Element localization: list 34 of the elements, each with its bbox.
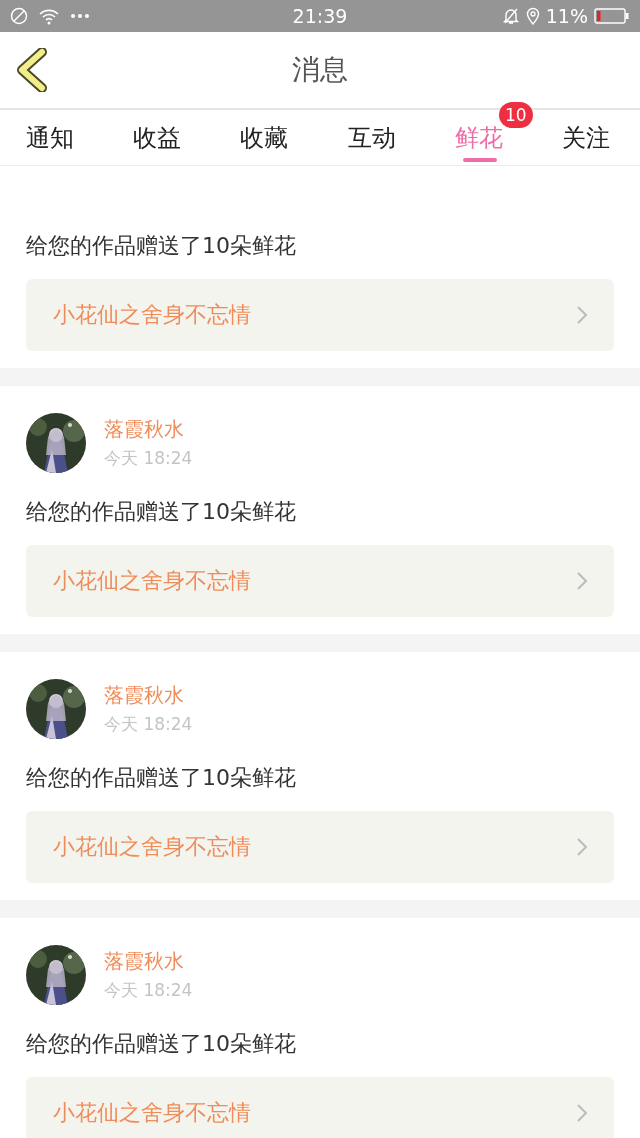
message-text: 给您的作品赠送了10朵鲜花	[26, 1030, 297, 1058]
bell-muted-icon	[501, 7, 520, 25]
work-link[interactable]: 小花仙之舍身不忘情	[26, 811, 614, 883]
count-badge: 10	[498, 102, 533, 128]
work-link[interactable]: 小花仙之舍身不忘情	[26, 1077, 614, 1138]
message-time: 今天 18:24	[104, 713, 193, 736]
page-title: 消息	[292, 52, 348, 88]
tab[interactable]: 收藏	[240, 110, 289, 165]
blocked-icon	[10, 7, 28, 25]
work-link[interactable]: 小花仙之舍身不忘情	[26, 545, 614, 617]
more-icon	[70, 13, 90, 19]
user-name[interactable]: 落霞秋水	[104, 416, 193, 443]
back-button[interactable]	[16, 48, 48, 92]
chevron-icon	[576, 1103, 588, 1123]
user-name[interactable]: 落霞秋水	[104, 682, 193, 709]
tab[interactable]: 关注	[561, 110, 610, 165]
chevron-icon	[576, 305, 588, 325]
chevron-icon	[576, 571, 588, 591]
battery-percent: 11%	[545, 5, 588, 27]
message-text: 给您的作品赠送了10朵鲜花	[26, 764, 297, 792]
status-time: 21:39	[292, 5, 348, 27]
message-time: 今天 18:24	[104, 447, 193, 470]
work-link[interactable]: 小花仙之舍身不忘情	[26, 279, 614, 351]
tab[interactable]: 通知	[26, 110, 74, 165]
chevron-icon	[576, 837, 588, 857]
wifi-icon	[38, 7, 60, 25]
user-name[interactable]: 落霞秋水	[104, 948, 193, 975]
battery-icon	[594, 7, 630, 25]
tab[interactable]: 互动	[347, 110, 396, 165]
message-text: 给您的作品赠送了10朵鲜花	[26, 498, 297, 526]
message-time: 今天 18:24	[104, 979, 193, 1002]
tab[interactable]: 收益	[133, 110, 182, 165]
message-text: 给您的作品赠送了10朵鲜花	[26, 232, 297, 260]
location-icon	[525, 7, 540, 25]
